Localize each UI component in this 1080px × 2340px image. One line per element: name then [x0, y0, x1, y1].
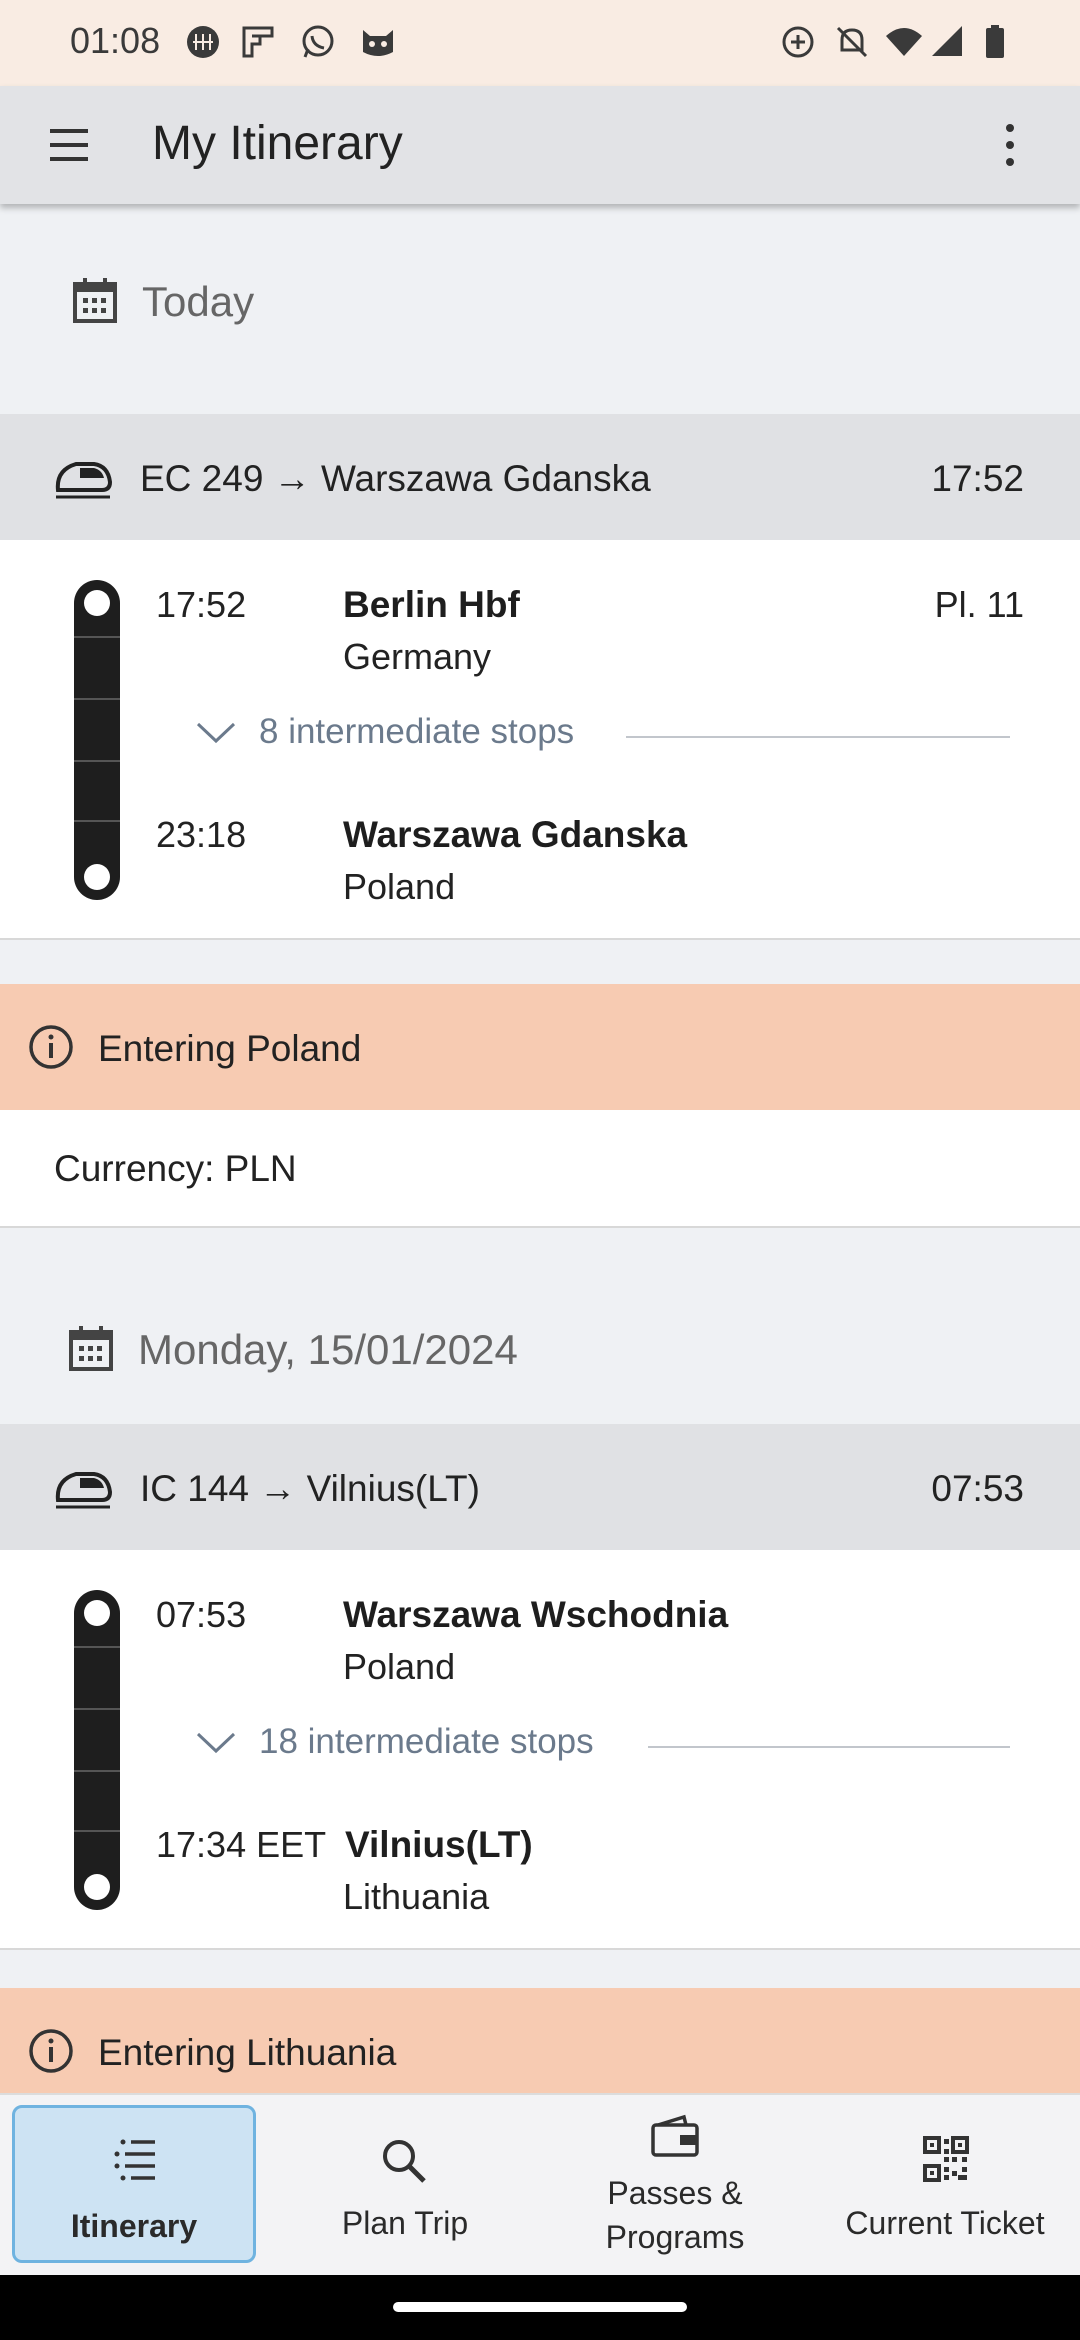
qr-code-icon: [923, 2136, 969, 2182]
train-route: EC 249 → Warszawa Gdanska: [140, 458, 651, 499]
departure-station: Warszawa Wschodnia: [343, 1594, 729, 1635]
date-header: Today: [0, 204, 1080, 414]
whatsapp-icon: [302, 25, 334, 58]
platform-label: Pl. 11: [934, 584, 1024, 625]
train-route: IC 144 → Vilnius(LT): [140, 1468, 480, 1509]
info-icon: [29, 2029, 73, 2073]
border-notice[interactable]: Entering Lithuania: [0, 1988, 1080, 2094]
gesture-bar: [0, 2275, 1080, 2340]
arrival-time: 23:18: [156, 814, 247, 855]
intermediate-stops-toggle[interactable]: 8 intermediate stops: [196, 706, 1016, 756]
arrival-country: Lithuania: [343, 1876, 490, 1917]
route-line: [74, 1590, 120, 1910]
nav-current-ticket[interactable]: Current Ticket: [810, 2095, 1080, 2277]
journey-card[interactable]: 17:52 Berlin Hbf Pl. 11 Germany 8 interm…: [0, 540, 1080, 940]
notice-label: Entering Poland: [98, 1028, 362, 1069]
currency-info: Currency: PLN: [0, 1110, 1080, 1228]
intermediate-stops-label: 18 intermediate stops: [259, 1722, 594, 1761]
nav-passes-programs-label: Passes & Programs: [605, 2175, 745, 2255]
date-label: Today: [142, 278, 255, 325]
intermediate-stops-label: 8 intermediate stops: [259, 712, 575, 751]
arrival-country: Poland: [343, 866, 456, 907]
cat-app-icon: [363, 30, 393, 56]
departure-station: Berlin Hbf: [343, 584, 520, 625]
divider: [648, 1746, 1010, 1748]
arrival-station: Vilnius(LT): [345, 1824, 533, 1865]
search-icon: [383, 2140, 426, 2183]
status-bar: 01:08: [0, 0, 1080, 86]
app-bar: My Itinerary: [0, 86, 1080, 204]
departure-time: 17:52: [156, 584, 247, 625]
train-header[interactable]: EC 249 → Warszawa Gdanska 17:52: [0, 414, 1080, 540]
itinerary-content[interactable]: Today EC 249 → Warszawa Gdanska 17:52 17…: [0, 204, 1080, 2094]
currency-label: Currency: PLN: [54, 1148, 297, 1189]
train-icon: [55, 462, 112, 499]
arrival-time: 17:34 EET: [156, 1824, 327, 1865]
home-indicator[interactable]: [393, 2302, 687, 2312]
info-icon: [29, 1025, 73, 1069]
page-title: My Itinerary: [152, 117, 403, 170]
journey-card[interactable]: 07:53 Warszawa Wschodnia Poland 18 inter…: [0, 1550, 1080, 1950]
route-line: [74, 580, 120, 900]
train-header[interactable]: IC 144 → Vilnius(LT) 07:53: [0, 1424, 1080, 1550]
data-saver-icon: [782, 26, 814, 58]
nav-itinerary[interactable]: Itinerary: [12, 2105, 256, 2263]
more-options-icon[interactable]: [998, 122, 1022, 168]
departure-country: Poland: [343, 1646, 456, 1687]
notice-label: Entering Lithuania: [98, 2032, 397, 2073]
nav-itinerary-label: Itinerary: [70, 2208, 198, 2244]
battery-icon: [986, 25, 1004, 58]
silent-bell-icon: [836, 26, 868, 58]
calendar-icon: [69, 1326, 113, 1371]
date-header: Monday, 15/01/2024: [0, 1228, 1080, 1424]
chevron-down-icon: [196, 722, 236, 744]
list-icon: [114, 2139, 155, 2181]
train-time: 17:52: [931, 458, 1024, 499]
status-time: 01:08: [70, 20, 161, 61]
date-label: Monday, 15/01/2024: [138, 1326, 518, 1373]
flipboard-notification-icon: [242, 26, 274, 58]
nav-current-ticket-label: Current Ticket: [845, 2205, 1045, 2241]
border-notice[interactable]: Entering Poland: [0, 984, 1080, 1110]
nav-plan-trip-label: Plan Trip: [341, 2205, 469, 2241]
wifi-icon: [886, 28, 922, 56]
calendar-icon: [73, 278, 117, 323]
chevron-down-icon: [196, 1732, 236, 1754]
bottom-navigation: Itinerary Plan Trip Passes & Programs Cur…: [0, 2093, 1080, 2277]
wallet-icon: [651, 2114, 699, 2157]
app-notification-icon: [187, 26, 219, 58]
train-time: 07:53: [931, 1468, 1024, 1509]
menu-icon[interactable]: [48, 125, 92, 165]
nav-passes-programs[interactable]: Passes & Programs: [540, 2095, 810, 2277]
nav-plan-trip[interactable]: Plan Trip: [270, 2095, 540, 2277]
divider: [626, 736, 1010, 738]
intermediate-stops-toggle[interactable]: 18 intermediate stops: [196, 1716, 1016, 1766]
departure-time: 07:53: [156, 1594, 247, 1635]
departure-country: Germany: [343, 636, 492, 677]
arrival-station: Warszawa Gdanska: [343, 814, 688, 855]
cellular-signal-icon: [932, 26, 962, 56]
train-icon: [55, 1472, 112, 1509]
